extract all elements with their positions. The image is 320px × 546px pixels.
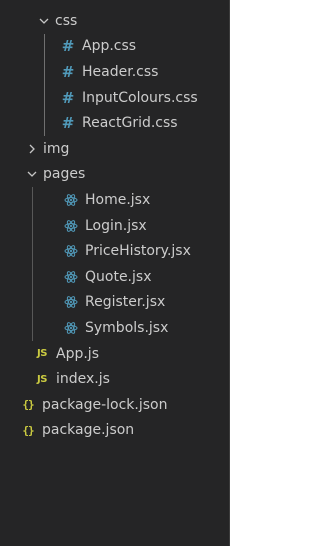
file-label: PriceHistory.jsx xyxy=(85,243,191,260)
file-item[interactable]: Symbols.jsx xyxy=(0,315,229,341)
react-file-icon xyxy=(63,243,79,259)
react-file-icon xyxy=(63,192,79,208)
file-label: Quote.jsx xyxy=(85,268,152,285)
react-file-icon xyxy=(63,320,79,336)
js-file-icon: JS xyxy=(37,348,47,360)
file-item[interactable]: {} package.json xyxy=(0,418,229,444)
file-item[interactable]: {} package-lock.json xyxy=(0,392,229,418)
chevron-down-icon xyxy=(26,168,38,180)
file-label: package-lock.json xyxy=(42,396,168,413)
file-label: App.css xyxy=(82,38,137,55)
file-item[interactable]: PriceHistory.jsx xyxy=(0,238,229,264)
file-item[interactable]: JS App.js xyxy=(0,341,229,367)
folder-label: pages xyxy=(43,166,86,183)
file-label: ReactGrid.css xyxy=(82,115,178,132)
file-item[interactable]: Login.jsx xyxy=(0,213,229,239)
file-item[interactable]: # InputColours.css xyxy=(0,85,229,111)
pages-folder-children: Home.jsx Login.jsx PriceHistory.jsx Quot… xyxy=(0,187,229,341)
folder-img[interactable]: img xyxy=(0,136,229,162)
file-item[interactable]: Home.jsx xyxy=(0,187,229,213)
file-tree: css # App.css # Header.css # InputColour… xyxy=(0,0,229,443)
file-item[interactable]: JS index.js xyxy=(0,366,229,392)
folder-css[interactable]: css xyxy=(0,8,229,34)
file-label: Register.jsx xyxy=(85,294,166,311)
file-label: package.json xyxy=(42,422,135,439)
css-file-icon: # xyxy=(61,37,75,56)
file-item[interactable]: # Header.css xyxy=(0,59,229,85)
json-file-icon: {} xyxy=(22,423,34,437)
file-explorer-panel: css # App.css # Header.css # InputColour… xyxy=(0,0,230,546)
file-item[interactable]: Quote.jsx xyxy=(0,264,229,290)
folder-pages[interactable]: pages xyxy=(0,162,229,188)
react-file-icon xyxy=(63,218,79,234)
folder-label: css xyxy=(55,12,78,29)
file-label: Home.jsx xyxy=(85,191,151,208)
css-file-icon: # xyxy=(61,88,75,107)
css-file-icon: # xyxy=(61,114,75,133)
file-label: index.js xyxy=(56,371,110,388)
file-label: InputColours.css xyxy=(82,89,198,106)
js-file-icon: JS xyxy=(37,373,47,385)
file-label: Login.jsx xyxy=(85,217,147,234)
css-folder-children: # App.css # Header.css # InputColours.cs… xyxy=(0,33,229,136)
file-item[interactable]: # ReactGrid.css xyxy=(0,110,229,136)
react-file-icon xyxy=(63,269,79,285)
file-label: App.js xyxy=(56,345,99,362)
json-file-icon: {} xyxy=(22,398,34,412)
file-item[interactable]: # App.css xyxy=(0,34,229,60)
file-label: Symbols.jsx xyxy=(85,319,169,336)
react-file-icon xyxy=(63,294,79,310)
folder-label: img xyxy=(43,140,70,157)
file-label: Header.css xyxy=(82,63,159,80)
chevron-down-icon xyxy=(38,15,50,27)
file-item[interactable]: Register.jsx xyxy=(0,290,229,316)
chevron-right-icon xyxy=(26,143,38,155)
css-file-icon: # xyxy=(61,62,75,81)
